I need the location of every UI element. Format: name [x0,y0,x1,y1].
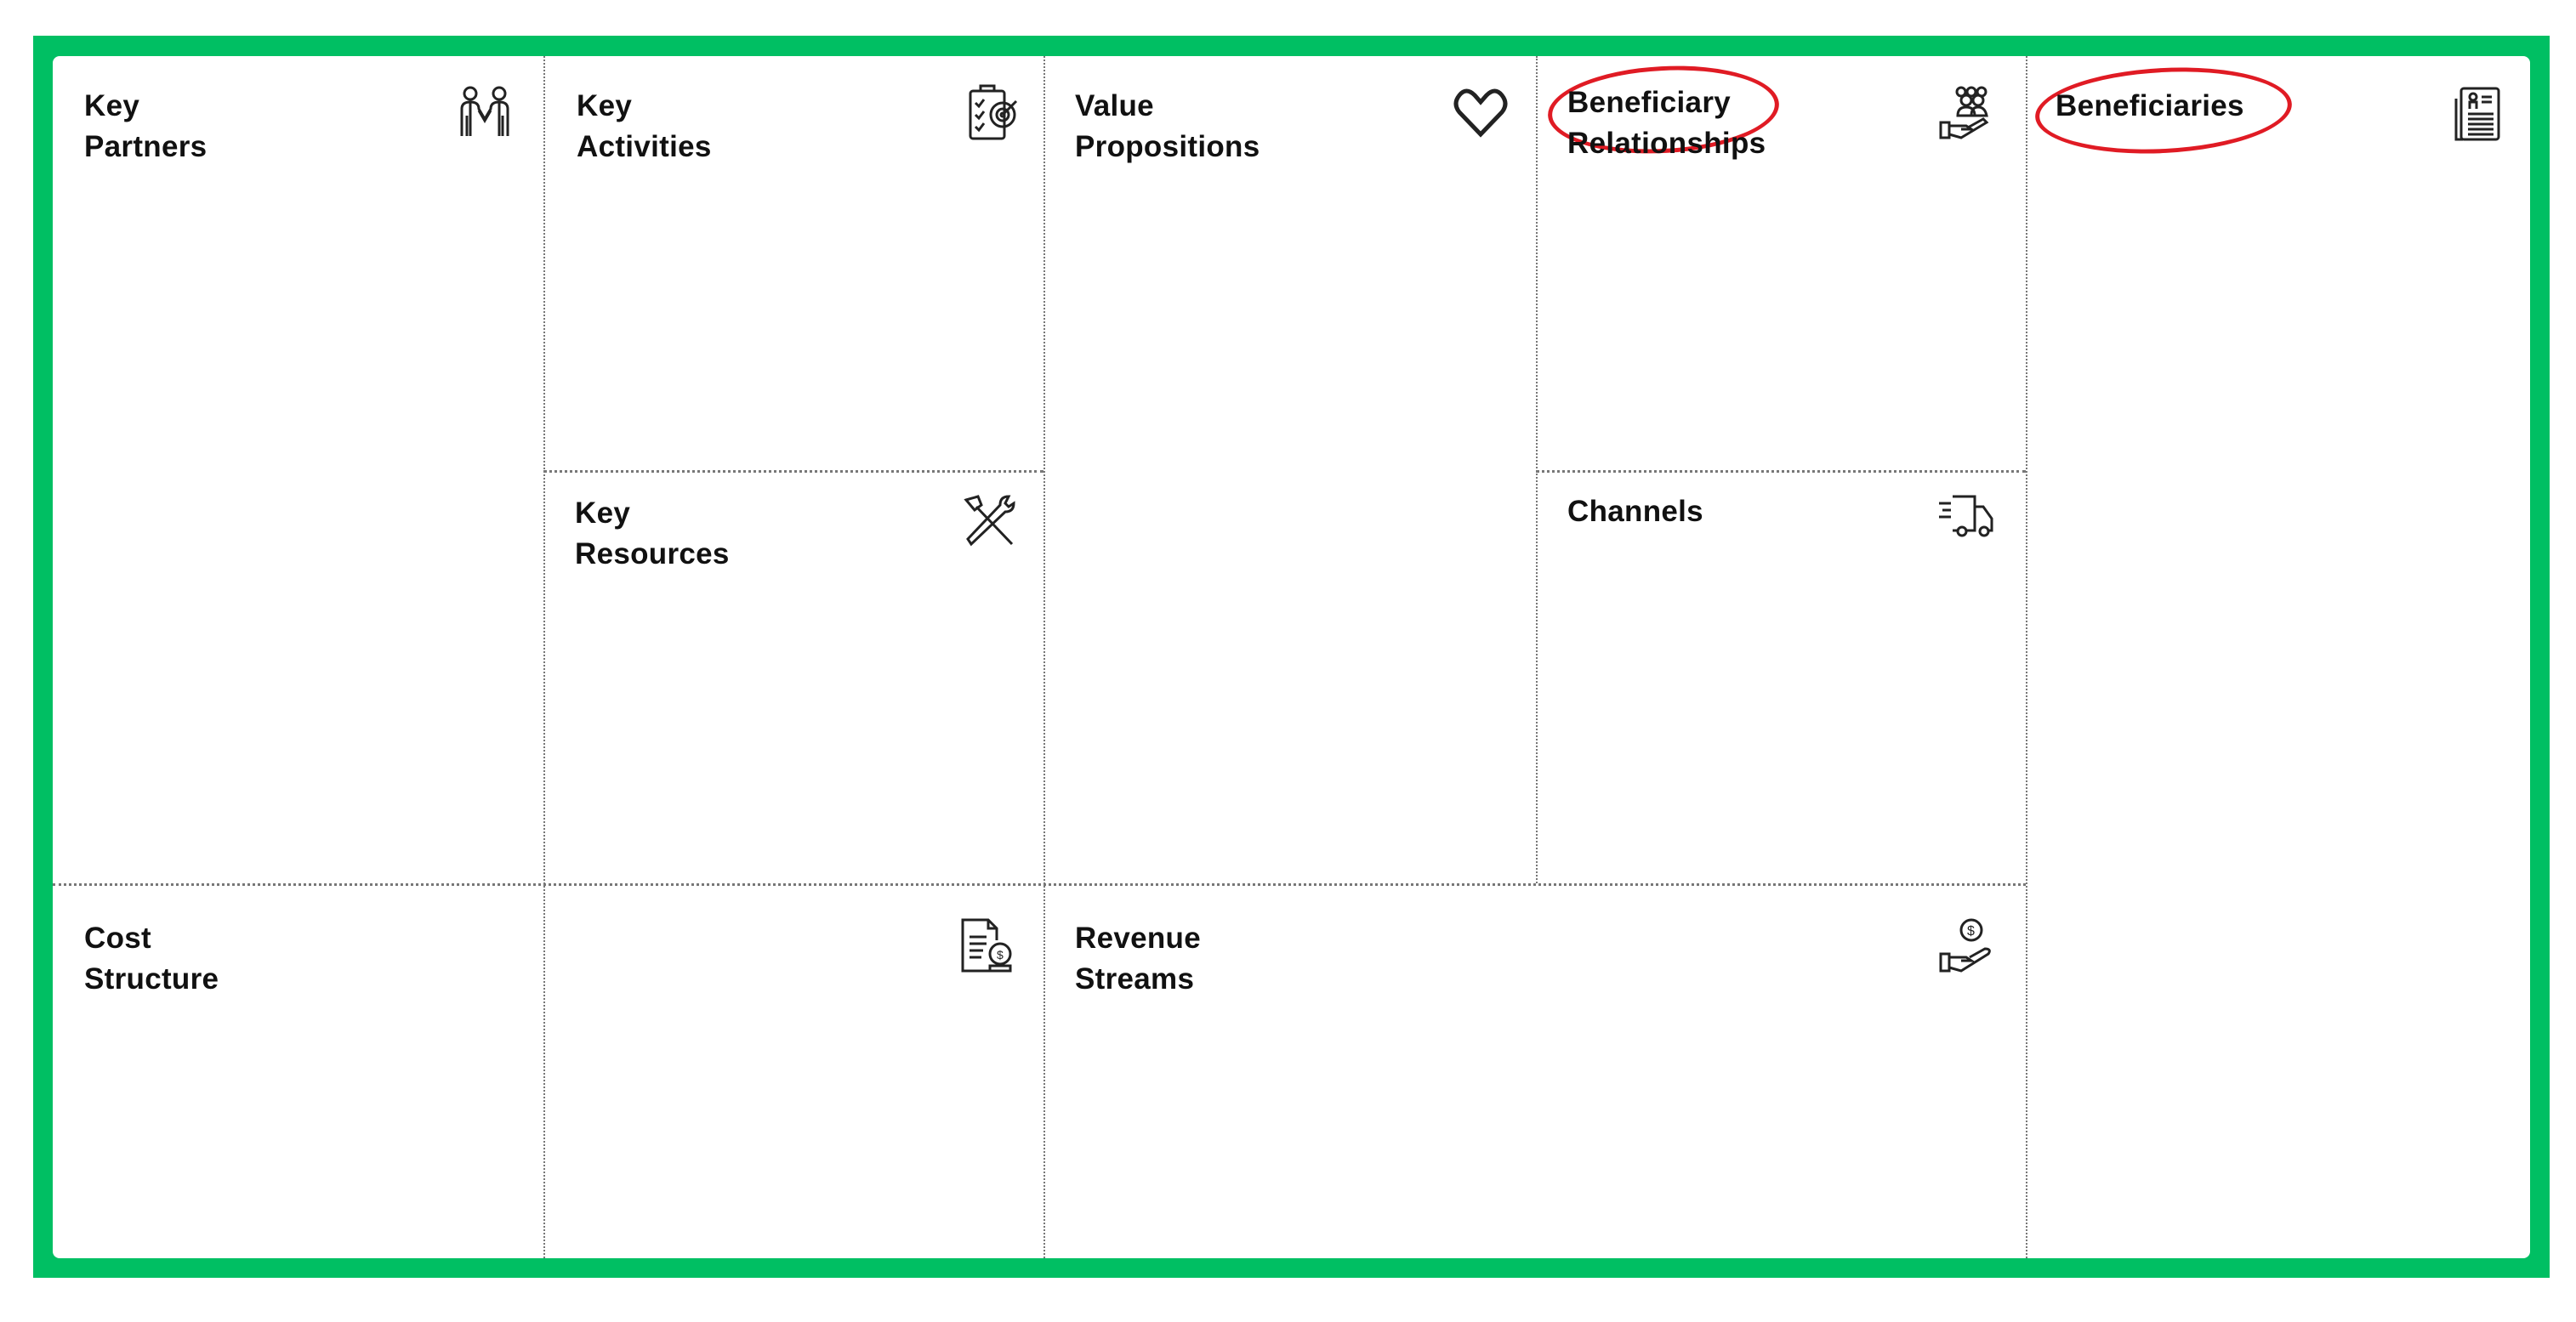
svg-text:$: $ [997,948,1004,962]
hammer-wrench-icon [959,491,1019,551]
business-model-canvas [53,56,2530,1258]
block-title: Key Partners [84,89,208,163]
divider [543,56,545,1258]
block-title: Key Resources [575,496,730,570]
clipboard-target-icon [964,82,1023,142]
block-title: Cost Structure [84,922,219,996]
divider [1536,470,2026,473]
block-title: Revenue Streams [1075,922,1201,996]
divider [53,883,2026,886]
people-hand-icon [1937,85,1997,145]
block-title: Beneficiaries [2056,89,2244,122]
delivery-truck-icon [1936,485,1995,544]
block-title: Channels [1567,495,1703,528]
invoice-coin-icon: $ [956,916,1015,976]
block-title-line2: Relationships [1567,127,1766,160]
svg-text:$: $ [1967,924,1975,939]
hand-coin-icon: $ [1937,916,1997,976]
block-title: Key Activities [577,89,712,163]
handshake-partners-icon [455,85,515,145]
divider [543,470,1043,473]
profile-document-icon [2449,85,2509,145]
block-title-line1: Beneficiary [1567,86,1732,119]
divider [2026,56,2027,1258]
block-title: Value Propositions [1075,89,1260,163]
heart-icon [1451,83,1510,143]
divider [1043,56,1045,1258]
